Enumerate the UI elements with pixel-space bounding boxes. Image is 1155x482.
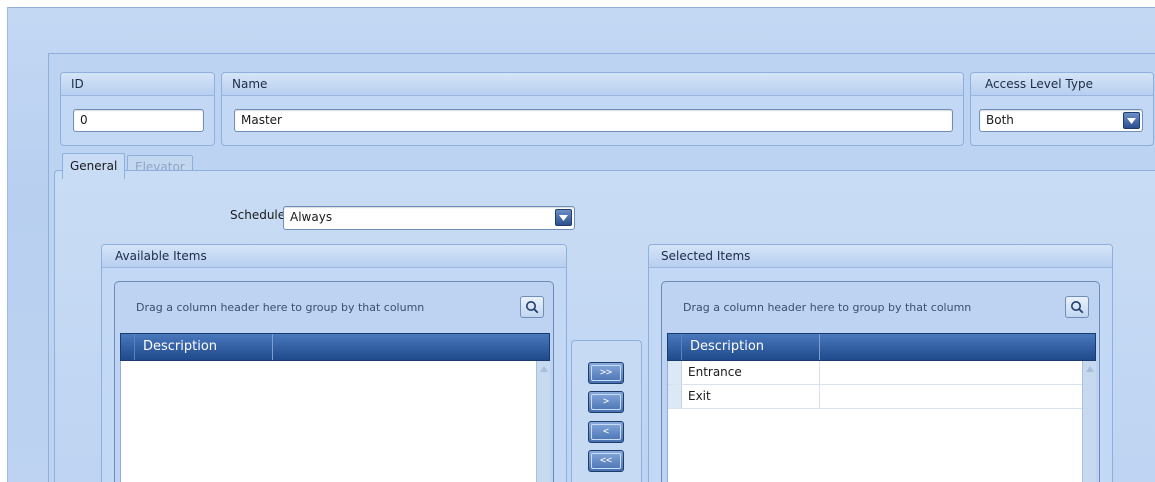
available-items-grid: Drag a column header here to group by th…	[114, 281, 554, 482]
search-button[interactable]	[520, 296, 544, 318]
selected-grid-header: Description	[667, 333, 1096, 361]
add-all-button[interactable]: >>	[588, 362, 624, 384]
id-label: ID	[61, 73, 214, 96]
magnifier-icon	[1071, 301, 1084, 314]
selected-grid-body: Entrance Exit	[667, 361, 1096, 482]
access-level-type-value: Both	[986, 113, 1014, 127]
chevron-down-icon[interactable]	[1123, 112, 1140, 129]
chevron-down-icon[interactable]	[555, 209, 572, 226]
column-header-description[interactable]: Description	[135, 334, 273, 360]
move-buttons-panel: >> > < <<	[571, 340, 642, 482]
available-grid-header: Description	[120, 333, 550, 361]
access-level-type-group: Access Level Type Both	[970, 72, 1154, 146]
scroll-up-arrow-icon[interactable]	[540, 366, 548, 372]
available-items-title: Available Items	[102, 245, 566, 268]
search-button[interactable]	[1065, 296, 1089, 318]
access-level-type-select[interactable]: Both	[979, 109, 1143, 132]
access-level-type-label: Access Level Type	[971, 73, 1153, 96]
table-row[interactable]: Entrance	[668, 361, 1083, 385]
schedule-label: Schedule	[230, 208, 286, 222]
tab-general[interactable]: General	[62, 153, 126, 179]
available-grid-body	[120, 361, 550, 482]
row-description: Entrance	[682, 361, 820, 384]
name-field[interactable]: Master	[234, 109, 953, 132]
column-header-description[interactable]: Description	[682, 334, 820, 360]
magnifier-icon	[526, 301, 539, 314]
row-description: Exit	[682, 385, 820, 408]
id-field[interactable]: 0	[73, 109, 204, 132]
selected-items-grid: Drag a column header here to group by th…	[661, 281, 1100, 482]
scroll-up-arrow-icon[interactable]	[1086, 366, 1094, 372]
schedule-value: Always	[290, 210, 333, 224]
remove-all-button[interactable]: <<	[588, 450, 624, 472]
group-by-hint: Drag a column header here to group by th…	[136, 301, 425, 314]
schedule-select[interactable]: Always	[283, 206, 575, 230]
remove-button[interactable]: <	[588, 421, 624, 443]
name-label: Name	[222, 73, 963, 96]
group-by-hint: Drag a column header here to group by th…	[683, 301, 972, 314]
selected-grid-scrollbar[interactable]	[1082, 361, 1096, 482]
id-group: ID 0	[60, 72, 215, 146]
add-button[interactable]: >	[588, 391, 624, 413]
table-row[interactable]: Exit	[668, 385, 1083, 409]
name-group: Name Master	[221, 72, 964, 146]
selected-items-title: Selected Items	[649, 245, 1112, 268]
available-grid-scrollbar[interactable]	[536, 361, 550, 482]
